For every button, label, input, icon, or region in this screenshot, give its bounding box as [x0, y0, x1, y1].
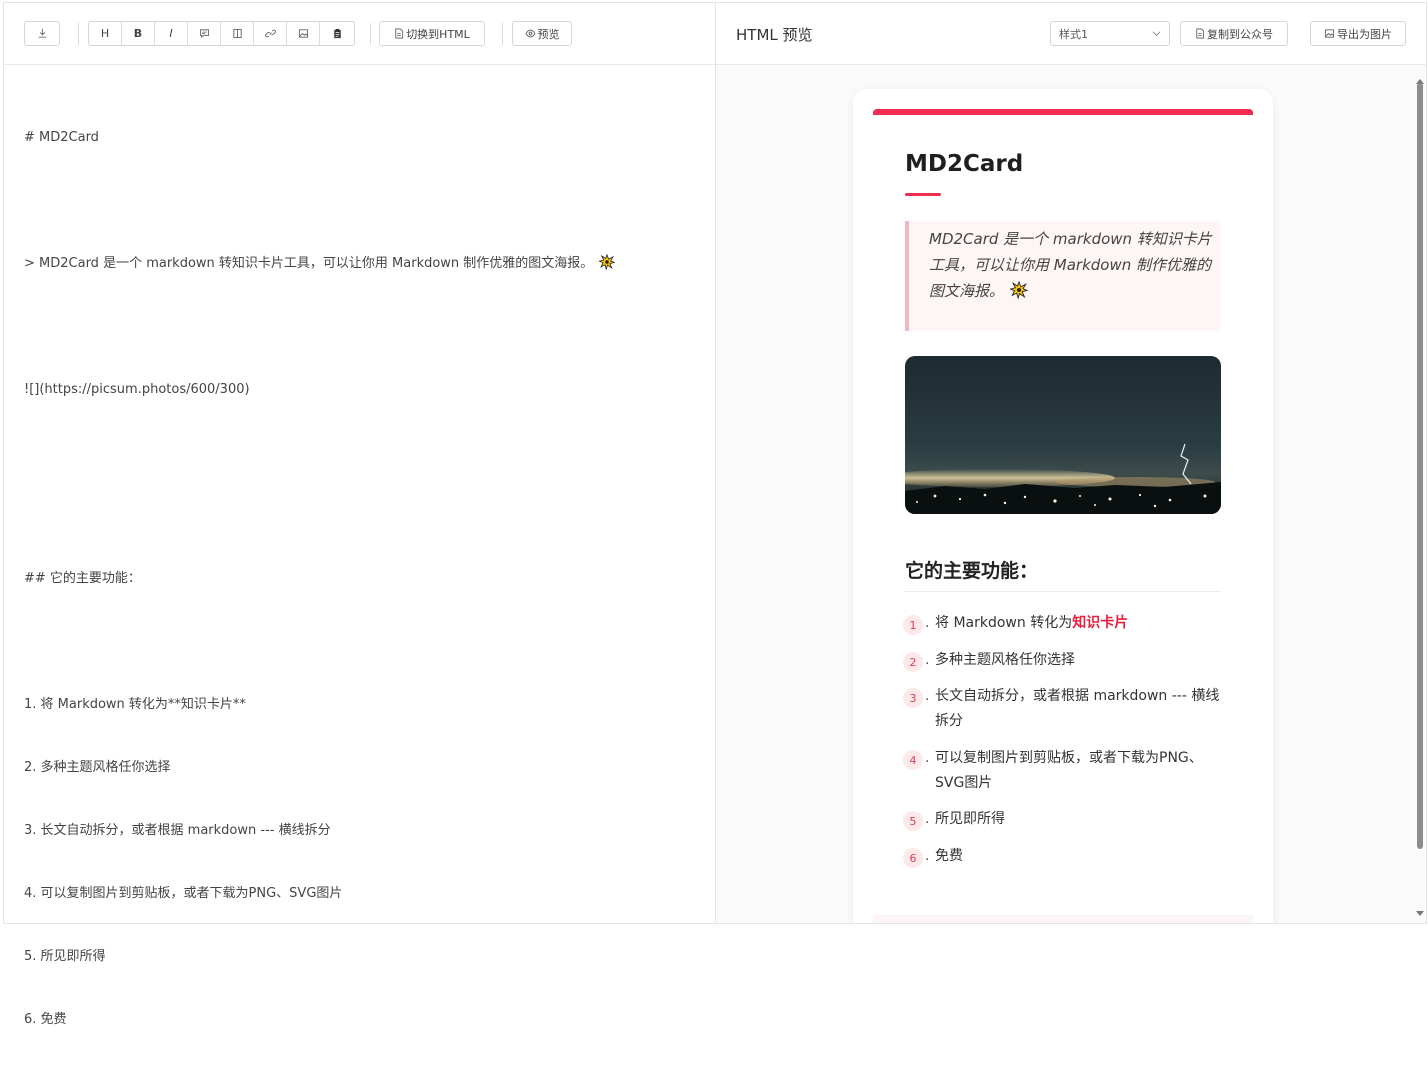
clipboard-button[interactable]	[320, 22, 354, 45]
editor-line: 2. 多种主题风格任你选择	[24, 760, 171, 775]
scroll-down-arrow-icon[interactable]	[1416, 902, 1424, 921]
editor-line: ![](https://picsum.photos/600/300)	[24, 382, 250, 397]
app-window: H B I 切换到HTML 预览 # MD2Card > MD2Card 是一个…	[3, 2, 1427, 1027]
editor-line: 4. 可以复制图片到剪贴板，或者下载为PNG、SVG图片	[24, 886, 343, 901]
list-number-badge: 6	[903, 848, 923, 868]
editor-line: 3. 长文自动拆分，或者根据 markdown --- 横线拆分	[24, 823, 331, 838]
clipboard-icon	[333, 28, 341, 39]
editor-line: 1. 将 Markdown 转化为**知识卡片**	[24, 697, 246, 712]
editor-line: 5. 所见即所得	[24, 949, 106, 964]
section-divider	[905, 591, 1221, 592]
download-icon	[38, 28, 46, 38]
export-image-button[interactable]: 导出为图片	[1310, 21, 1406, 46]
preview-title: HTML 预览	[736, 26, 813, 44]
card-accent-bar	[873, 109, 1253, 115]
document-icon	[394, 28, 404, 39]
editor-line: 6. 免费	[24, 1012, 67, 1027]
switch-to-html-button[interactable]: 切换到HTML	[379, 21, 485, 46]
bold-button[interactable]: B	[122, 22, 155, 45]
highlight-text: 知识卡片	[1072, 615, 1129, 631]
switch-to-html-label: 切换到HTML	[406, 27, 470, 41]
image-icon	[298, 29, 308, 38]
scrollbar-thumb[interactable]	[1417, 83, 1423, 849]
sparkle-emoji-icon	[1009, 280, 1029, 307]
eye-icon	[525, 29, 536, 38]
card-footer-bar	[873, 915, 1253, 923]
list-item-text: 所见即所得	[935, 811, 1005, 827]
document-icon	[1195, 28, 1205, 39]
card-image	[905, 356, 1221, 514]
preview-header: HTML 预览 样式1 复制到公众号 导出为图片	[716, 3, 1426, 65]
style-select[interactable]: 样式1	[1050, 21, 1170, 46]
format-button-group: H B I	[88, 21, 355, 46]
export-image-label: 导出为图片	[1337, 27, 1392, 41]
list-item-text: 长文自动拆分，或者根据 markdown --- 横线拆分	[935, 688, 1220, 729]
list-number-dot: .	[925, 811, 930, 827]
chevron-down-icon	[1151, 28, 1162, 42]
preview-scrollbar[interactable]	[1414, 65, 1426, 923]
list-number-dot: .	[925, 848, 930, 864]
preview-button[interactable]: 预览	[512, 21, 572, 46]
style-select-value: 样式1	[1059, 27, 1088, 41]
list-number-badge: 1	[903, 615, 923, 635]
card-title: MD2Card	[905, 151, 1024, 177]
editor-line: ## 它的主要功能：	[24, 571, 141, 586]
editor-toolbar: H B I 切换到HTML 预览	[4, 3, 715, 65]
list-number-dot: .	[925, 615, 930, 631]
html-preview-pane: HTML 预览 样式1 复制到公众号 导出为图片 MD2Card MD2Card	[716, 2, 1427, 924]
copy-to-wechat-label: 复制到公众号	[1207, 27, 1273, 41]
link-icon	[264, 29, 276, 38]
sparkle-emoji-icon	[598, 253, 616, 277]
list-number-badge: 2	[903, 652, 923, 672]
section-heading: 它的主要功能：	[905, 560, 1039, 582]
download-button[interactable]	[24, 21, 60, 46]
list-item-text: 免费	[935, 848, 963, 864]
code-block-icon	[232, 28, 242, 39]
list-item-text: 多种主题风格任你选择	[935, 652, 1075, 668]
preview-label: 预览	[537, 27, 560, 41]
editor-line: # MD2Card	[24, 130, 99, 145]
editor-line: > MD2Card 是一个 markdown 转知识卡片工具，可以让你用 Mar…	[24, 253, 684, 274]
link-button[interactable]	[254, 22, 287, 45]
image-button[interactable]	[287, 22, 320, 45]
card-blockquote: MD2Card 是一个 markdown 转知识卡片工具，可以让你用 Markd…	[905, 221, 1221, 331]
image-icon	[1324, 28, 1335, 39]
toolbar-divider	[370, 23, 371, 45]
list-number-dot: .	[925, 652, 930, 668]
quote-text: MD2Card 是一个 markdown 转知识卡片工具，可以让你用 Markd…	[929, 226, 1214, 307]
copy-to-wechat-button[interactable]: 复制到公众号	[1180, 21, 1288, 46]
heading-button[interactable]: H	[89, 22, 122, 45]
italic-button[interactable]: I	[155, 22, 188, 45]
code-block-button[interactable]	[221, 22, 254, 45]
list-number-dot: .	[925, 750, 930, 766]
list-number-dot: .	[925, 688, 930, 704]
quote-button[interactable]	[188, 22, 221, 45]
list-item-text: 将 Markdown 转化为知识卡片	[935, 615, 1129, 631]
list-number-badge: 5	[903, 811, 923, 831]
list-item-text: 可以复制图片到剪贴板，或者下载为PNG、SVG图片	[935, 750, 1203, 791]
list-number-badge: 4	[903, 750, 923, 770]
list-number-badge: 3	[903, 688, 923, 708]
toolbar-divider	[78, 23, 79, 45]
knowledge-card: MD2Card MD2Card 是一个 markdown 转知识卡片工具，可以让…	[853, 89, 1273, 923]
preview-scroll-area[interactable]: MD2Card MD2Card 是一个 markdown 转知识卡片工具，可以让…	[716, 65, 1425, 923]
toolbar-divider	[502, 23, 503, 45]
title-underline	[905, 193, 941, 196]
markdown-textarea[interactable]: # MD2Card > MD2Card 是一个 markdown 转知识卡片工具…	[24, 85, 684, 1072]
markdown-editor-pane: H B I 切换到HTML 预览 # MD2Card > MD2Card 是一个…	[3, 2, 716, 1027]
quote-icon	[199, 29, 209, 39]
